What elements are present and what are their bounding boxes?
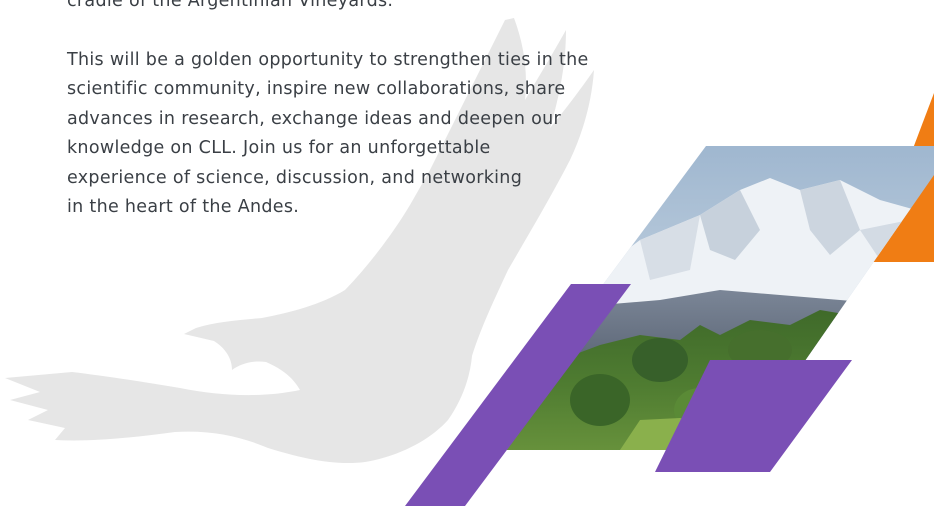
decorative-art xyxy=(405,93,934,506)
page: cradle of the Argentinian Vineyards. Thi… xyxy=(0,0,934,506)
